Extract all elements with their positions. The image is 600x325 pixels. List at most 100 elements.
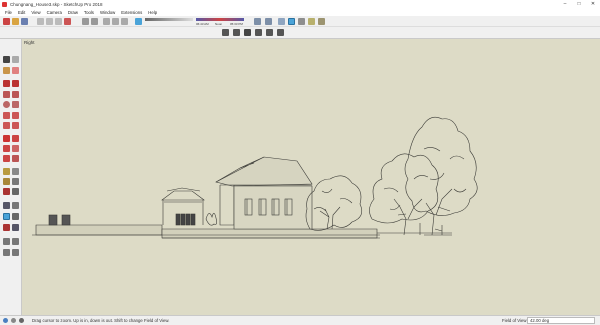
follow-me-icon[interactable] bbox=[12, 145, 19, 152]
zoom-extents-icon[interactable] bbox=[3, 224, 10, 231]
menu-extensions[interactable]: Extensions bbox=[118, 10, 145, 15]
status-bar: Drag cursor to zoom. Up is in, down is o… bbox=[0, 315, 600, 325]
shaded-textures-icon[interactable] bbox=[318, 18, 325, 25]
shadow-time-end: 05:33 PM bbox=[230, 22, 243, 26]
views-toolbar bbox=[0, 27, 600, 39]
sketchup-logo-icon bbox=[2, 2, 7, 7]
title-bar: Chungnang_House3.skp - SketchUp Pro 2018… bbox=[0, 0, 600, 9]
large-tree-left bbox=[369, 153, 439, 236]
dimension-icon[interactable] bbox=[12, 168, 19, 175]
section-plane-icon[interactable] bbox=[12, 249, 19, 256]
left-house-icon[interactable] bbox=[277, 29, 284, 36]
shadow-time-start: 06:43 AM bbox=[196, 22, 209, 26]
open-file-icon[interactable] bbox=[12, 18, 19, 25]
window-title: Chungnang_House3.skp - SketchUp Pro 2018 bbox=[10, 2, 103, 7]
zoom-window-icon[interactable] bbox=[12, 213, 19, 220]
3d-text-icon[interactable] bbox=[12, 188, 19, 195]
shadows-toggle-icon[interactable] bbox=[135, 18, 142, 25]
menu-window[interactable]: Window bbox=[97, 10, 118, 15]
geo-location-icon[interactable] bbox=[3, 318, 8, 323]
erase-icon[interactable] bbox=[64, 18, 71, 25]
right-house-icon[interactable] bbox=[255, 29, 262, 36]
paint-bucket-icon[interactable] bbox=[3, 67, 10, 74]
pie-icon[interactable] bbox=[12, 122, 19, 129]
minimize-button[interactable]: – bbox=[558, 0, 572, 9]
orbit-icon[interactable] bbox=[3, 202, 10, 209]
shaded-icon[interactable] bbox=[308, 18, 315, 25]
maximize-button[interactable]: □ bbox=[572, 0, 586, 9]
terrace-slab bbox=[35, 224, 163, 236]
text-tool-icon[interactable] bbox=[12, 178, 19, 185]
top-view-icon[interactable] bbox=[265, 18, 272, 25]
zoom-icon[interactable] bbox=[3, 213, 10, 220]
menu-draw[interactable]: Draw bbox=[65, 10, 81, 15]
push-pull-icon[interactable] bbox=[12, 135, 19, 142]
menu-file[interactable]: File bbox=[2, 10, 15, 15]
polygon-icon[interactable] bbox=[12, 101, 19, 108]
menu-edit[interactable]: Edit bbox=[15, 10, 28, 15]
close-button[interactable]: ✕ bbox=[586, 0, 600, 9]
make-component-icon[interactable] bbox=[12, 56, 19, 63]
small-tree bbox=[305, 175, 363, 231]
copy-icon[interactable] bbox=[46, 18, 53, 25]
new-file-icon[interactable] bbox=[3, 18, 10, 25]
rotate-icon[interactable] bbox=[3, 145, 10, 152]
camera-icon[interactable] bbox=[121, 18, 128, 25]
house bbox=[215, 156, 313, 230]
paste-icon[interactable] bbox=[55, 18, 62, 25]
menu-tools[interactable]: Tools bbox=[81, 10, 97, 15]
offset-icon[interactable] bbox=[12, 155, 19, 162]
redo-icon[interactable] bbox=[91, 18, 98, 25]
model-viewport[interactable]: Right bbox=[22, 39, 600, 315]
axes-icon[interactable] bbox=[3, 188, 10, 195]
house-elevation-drawing bbox=[32, 116, 478, 239]
look-around-icon[interactable] bbox=[12, 238, 19, 245]
menu-view[interactable]: View bbox=[28, 10, 43, 15]
iso-house-icon[interactable] bbox=[222, 29, 229, 36]
circle-icon[interactable] bbox=[3, 101, 10, 108]
select-tool-icon[interactable] bbox=[3, 56, 10, 63]
shadow-time-slider[interactable] bbox=[196, 18, 244, 21]
hidden-line-icon[interactable] bbox=[298, 18, 305, 25]
three-point-arc-icon[interactable] bbox=[3, 122, 10, 129]
menu-camera[interactable]: Camera bbox=[44, 10, 65, 15]
user-icon[interactable] bbox=[19, 318, 24, 323]
previous-view-icon[interactable] bbox=[12, 224, 19, 231]
shadow-date-slider[interactable] bbox=[145, 18, 193, 21]
shadow-time-noon: Noon bbox=[215, 22, 223, 26]
menu-bar: File Edit View Camera Draw Tools Window … bbox=[0, 9, 600, 16]
measurements-input[interactable]: 42.00 deg bbox=[527, 317, 595, 324]
status-hint: Drag cursor to zoom. Up is in, down is o… bbox=[32, 318, 170, 323]
move-tool-icon[interactable] bbox=[3, 135, 10, 142]
top-house-icon[interactable] bbox=[233, 29, 240, 36]
iso-view-icon[interactable] bbox=[254, 18, 261, 25]
scale-icon[interactable] bbox=[3, 155, 10, 162]
main-toolbar: 06:43 AM Noon 05:33 PM bbox=[0, 16, 600, 27]
wireframe-icon[interactable] bbox=[288, 18, 295, 25]
large-tree-right bbox=[404, 116, 478, 236]
planter-pots bbox=[48, 214, 71, 226]
save-icon[interactable] bbox=[21, 18, 28, 25]
xray-icon[interactable] bbox=[278, 18, 285, 25]
menu-help[interactable]: Help bbox=[145, 10, 160, 15]
back-house-icon[interactable] bbox=[266, 29, 273, 36]
pan-icon[interactable] bbox=[12, 202, 19, 209]
credits-icon[interactable] bbox=[11, 318, 16, 323]
front-house-icon[interactable] bbox=[244, 29, 251, 36]
tool-palette bbox=[0, 39, 22, 315]
cut-icon[interactable] bbox=[37, 18, 44, 25]
undo-icon[interactable] bbox=[82, 18, 89, 25]
protractor-icon[interactable] bbox=[3, 178, 10, 185]
freehand-icon[interactable] bbox=[12, 80, 19, 87]
rectangle-icon[interactable] bbox=[3, 91, 10, 98]
two-point-arc-icon[interactable] bbox=[12, 112, 19, 119]
walk-icon[interactable] bbox=[3, 249, 10, 256]
model-info-icon[interactable] bbox=[112, 18, 119, 25]
position-camera-icon[interactable] bbox=[3, 238, 10, 245]
rotated-rectangle-icon[interactable] bbox=[12, 91, 19, 98]
line-tool-icon[interactable] bbox=[3, 80, 10, 87]
print-icon[interactable] bbox=[103, 18, 110, 25]
tape-measure-icon[interactable] bbox=[3, 168, 10, 175]
eraser-icon[interactable] bbox=[12, 67, 19, 74]
arc-icon[interactable] bbox=[3, 112, 10, 119]
